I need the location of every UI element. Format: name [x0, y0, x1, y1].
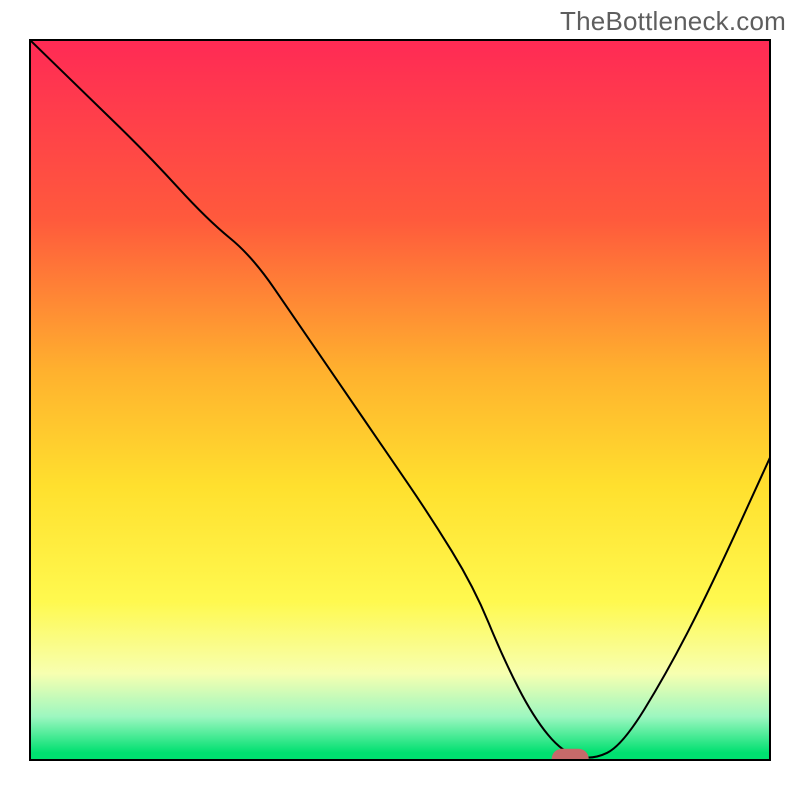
watermark-label: TheBottleneck.com: [560, 6, 786, 37]
chart-container: TheBottleneck.com: [0, 0, 800, 800]
bottleneck-chart: [0, 0, 800, 800]
